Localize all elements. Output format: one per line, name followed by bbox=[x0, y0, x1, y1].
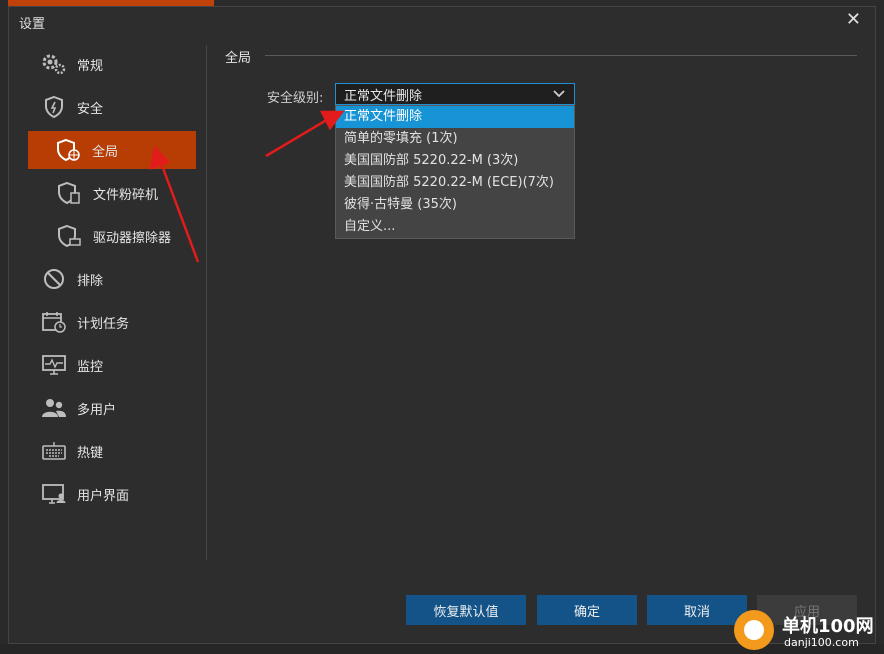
nav-item-exclusions[interactable]: 排除 bbox=[27, 260, 207, 298]
background-app-left bbox=[0, 0, 8, 654]
shield-drive-icon bbox=[57, 223, 83, 249]
nav-item-label: 安全 bbox=[77, 101, 104, 117]
watermark-logo-icon bbox=[734, 610, 774, 650]
nav-item-label: 用户界面 bbox=[77, 488, 130, 504]
security-level-dropdown: 正常文件删除 简单的零填充 (1次) 美国国防部 5220.22-M (3次) … bbox=[335, 105, 575, 239]
close-icon[interactable]: ✕ bbox=[846, 9, 861, 30]
ok-button[interactable]: 确定 bbox=[537, 595, 637, 625]
dropdown-option[interactable]: 自定义... bbox=[336, 216, 574, 238]
settings-dialog: 设置 ✕ 常规 安全 全局 文件粉碎机 驱动器擦除器 排除 计划任务 监控 多用… bbox=[8, 6, 876, 644]
restore-defaults-button[interactable]: 恢复默认值 bbox=[406, 595, 526, 625]
nav-item-general[interactable]: 常规 bbox=[27, 45, 207, 83]
nav-item-security[interactable]: 安全 bbox=[27, 88, 207, 126]
nav-item-label: 常规 bbox=[77, 58, 104, 74]
shield-globe-icon bbox=[56, 137, 82, 163]
settings-nav: 常规 安全 全局 文件粉碎机 驱动器擦除器 排除 计划任务 监控 多用户 热键 … bbox=[27, 45, 207, 518]
watermark: 单机100网 danji100.com bbox=[728, 604, 884, 654]
section-divider bbox=[265, 55, 857, 56]
nav-item-drive-wiper[interactable]: 驱动器擦除器 bbox=[27, 217, 207, 255]
background-app-right bbox=[876, 0, 884, 654]
shield-file-icon bbox=[57, 180, 83, 206]
nav-item-multi-user[interactable]: 多用户 bbox=[27, 389, 207, 427]
nav-item-label: 多用户 bbox=[77, 402, 117, 418]
nav-item-label: 驱动器擦除器 bbox=[93, 230, 172, 246]
watermark-url: danji100.com bbox=[784, 636, 859, 649]
dropdown-option[interactable]: 美国国防部 5220.22-M (ECE)(7次) bbox=[336, 172, 574, 194]
nav-item-label: 排除 bbox=[77, 273, 104, 289]
nav-item-label: 文件粉碎机 bbox=[93, 187, 159, 203]
users-icon bbox=[41, 395, 67, 421]
nav-item-hotkeys[interactable]: 热键 bbox=[27, 432, 207, 470]
security-level-value: 正常文件删除 bbox=[344, 88, 423, 104]
nav-item-scheduled-tasks[interactable]: 计划任务 bbox=[27, 303, 207, 341]
keyboard-icon bbox=[41, 438, 67, 464]
display-user-icon bbox=[41, 481, 67, 507]
calendar-clock-icon bbox=[41, 309, 67, 335]
nav-divider bbox=[206, 45, 207, 560]
nav-item-monitoring[interactable]: 监控 bbox=[27, 346, 207, 384]
nav-item-user-interface[interactable]: 用户界面 bbox=[27, 475, 207, 513]
security-level-select[interactable]: 正常文件删除 bbox=[335, 83, 575, 105]
chevron-down-icon[interactable] bbox=[552, 86, 566, 104]
section-title: 全局 bbox=[225, 51, 252, 66]
dropdown-option[interactable]: 美国国防部 5220.22-M (3次) bbox=[336, 150, 574, 172]
dialog-title: 设置 bbox=[19, 17, 46, 32]
dropdown-option[interactable]: 彼得·古特曼 (35次) bbox=[336, 194, 574, 216]
nav-item-label: 全局 bbox=[92, 144, 119, 160]
ban-icon bbox=[41, 266, 67, 292]
dropdown-option[interactable]: 正常文件删除 bbox=[336, 106, 574, 128]
gear-icon bbox=[41, 51, 67, 77]
nav-item-label: 监控 bbox=[77, 359, 104, 375]
nav-item-global[interactable]: 全局 bbox=[28, 131, 196, 169]
security-level-label: 安全级别: bbox=[267, 91, 324, 106]
watermark-name: 单机100网 bbox=[782, 616, 874, 637]
nav-item-label: 计划任务 bbox=[77, 316, 130, 332]
nav-item-file-shredder[interactable]: 文件粉碎机 bbox=[27, 174, 207, 212]
shield-icon bbox=[41, 94, 67, 120]
monitor-icon bbox=[41, 352, 67, 378]
nav-item-label: 热键 bbox=[77, 445, 104, 461]
dropdown-option[interactable]: 简单的零填充 (1次) bbox=[336, 128, 574, 150]
